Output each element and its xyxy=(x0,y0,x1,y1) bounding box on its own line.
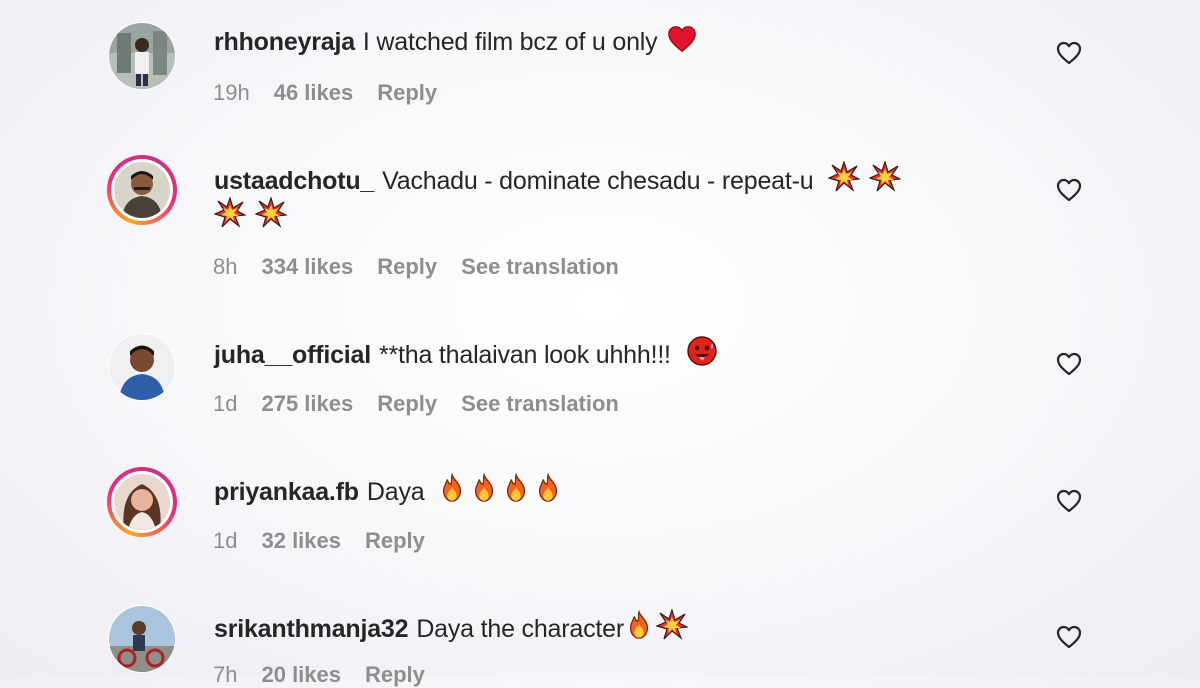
collision-icon xyxy=(656,609,688,641)
avatar[interactable] xyxy=(107,155,177,225)
collision-icon xyxy=(828,161,860,193)
reply-button[interactable]: Reply xyxy=(377,254,437,279)
fire-icon xyxy=(533,472,563,504)
reply-button[interactable]: Reply xyxy=(365,528,425,553)
comment-text: I watched film bcz of u only xyxy=(362,28,658,56)
fire-icon xyxy=(469,472,499,504)
comment-username[interactable]: rhhoneyraja xyxy=(214,28,355,56)
comment-time: 8h xyxy=(213,254,238,279)
collision-icon xyxy=(214,197,246,229)
see-translation-link[interactable]: See translation xyxy=(461,254,619,279)
fire-icon xyxy=(501,472,531,504)
comment-likes[interactable]: 275 likes xyxy=(261,391,353,416)
comment-username[interactable]: priyankaa.fb xyxy=(214,478,359,506)
see-translation-link[interactable]: See translation xyxy=(461,391,619,416)
like-heart-icon[interactable] xyxy=(1056,489,1082,513)
reply-button[interactable]: Reply xyxy=(377,80,437,105)
comment-likes[interactable]: 32 likes xyxy=(261,528,341,553)
comment-likes[interactable]: 334 likes xyxy=(261,254,353,279)
hot-face-icon xyxy=(686,335,718,367)
like-heart-icon[interactable] xyxy=(1056,41,1082,65)
comment-text: Daya xyxy=(366,478,425,506)
comment-time: 19h xyxy=(213,80,250,105)
fire-icon xyxy=(624,609,654,641)
like-heart-icon[interactable] xyxy=(1056,178,1082,202)
collision-icon xyxy=(255,197,287,229)
reply-button[interactable]: Reply xyxy=(377,391,437,416)
comment-username[interactable]: juha__official xyxy=(214,341,371,369)
avatar[interactable] xyxy=(107,604,177,674)
like-heart-icon[interactable] xyxy=(1056,352,1082,376)
like-heart-icon[interactable] xyxy=(1056,625,1082,649)
comment-text: **tha thalaivan look uhhh!!! xyxy=(378,341,671,369)
collision-icon xyxy=(869,161,901,193)
fire-icon xyxy=(437,472,467,504)
comment-time: 1d xyxy=(213,391,238,416)
avatar[interactable] xyxy=(107,467,177,537)
comment-likes[interactable]: 46 likes xyxy=(274,80,354,105)
red-heart-icon xyxy=(666,24,698,54)
comment-username[interactable]: ustaadchotu_ xyxy=(214,167,374,195)
avatar[interactable] xyxy=(107,21,177,91)
avatar[interactable] xyxy=(107,332,177,402)
comment-username[interactable]: srikanthmanja32 xyxy=(214,615,409,643)
comment-time: 1d xyxy=(213,528,238,553)
comment-text: Daya the character xyxy=(416,615,624,643)
comment-text: Vachadu - dominate chesadu - repeat-u xyxy=(382,167,814,195)
